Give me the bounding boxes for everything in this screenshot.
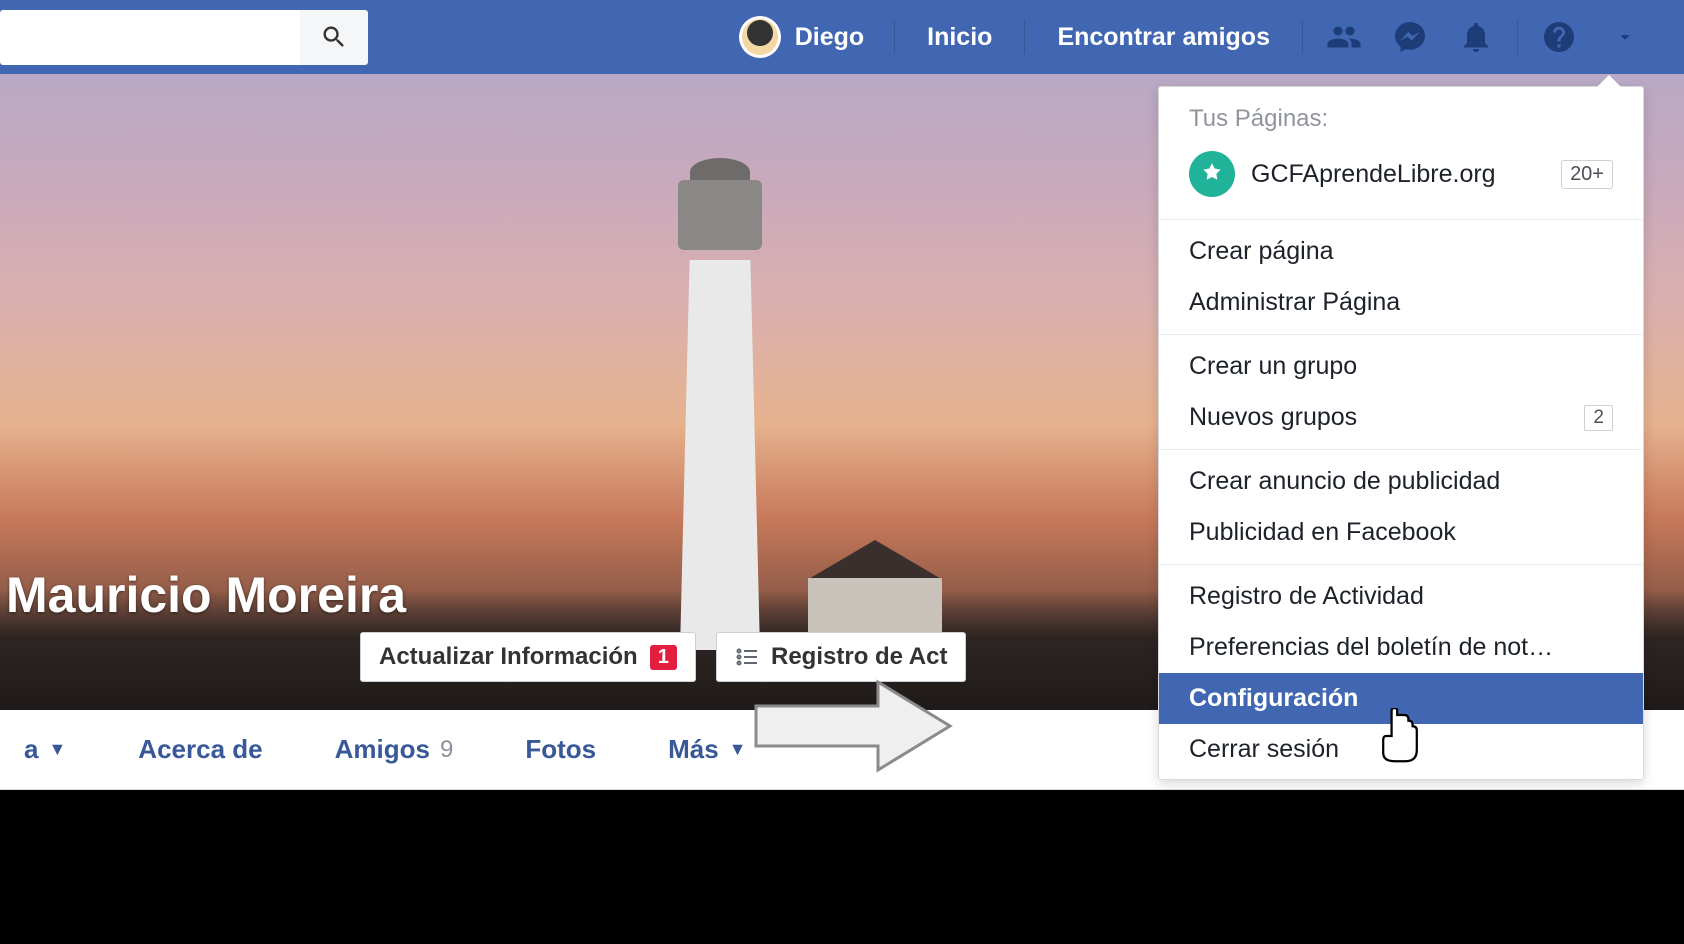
bell-icon xyxy=(1458,19,1494,55)
cursor-icon xyxy=(1376,708,1424,769)
separator xyxy=(894,20,895,54)
dropdown-manage-page[interactable]: Administrar Página xyxy=(1159,277,1643,328)
friends-icon xyxy=(1326,19,1362,55)
activity-log-button[interactable]: Registro de Act xyxy=(716,632,966,682)
tab-label: Más xyxy=(668,734,719,765)
search-wrap xyxy=(0,10,368,65)
account-menu-button[interactable] xyxy=(1596,8,1654,66)
page-avatar-icon xyxy=(1189,151,1235,197)
dropdown-advertising[interactable]: Publicidad en Facebook xyxy=(1159,507,1643,558)
separator xyxy=(1159,334,1643,335)
separator xyxy=(1024,20,1025,54)
avatar xyxy=(739,16,781,58)
profile-link[interactable]: Diego xyxy=(721,16,882,58)
nav-right: Diego Inicio Encontrar amigos xyxy=(721,8,1684,66)
dropdown-item-label: Nuevos grupos xyxy=(1189,403,1357,432)
tab-label: a xyxy=(24,734,38,765)
find-friends-link[interactable]: Encontrar amigos xyxy=(1037,23,1290,52)
chevron-down-icon: ▼ xyxy=(729,739,747,760)
friend-requests-button[interactable] xyxy=(1315,8,1373,66)
dropdown-create-group[interactable]: Crear un grupo xyxy=(1159,341,1643,392)
tab-label: Amigos xyxy=(335,734,430,765)
tab-timeline[interactable]: a ▼ xyxy=(0,734,90,765)
update-info-button[interactable]: Actualizar Información 1 xyxy=(360,632,696,682)
home-link[interactable]: Inicio xyxy=(907,23,1012,52)
search-input[interactable] xyxy=(0,10,300,65)
messages-button[interactable] xyxy=(1381,8,1439,66)
dropdown-page-name: GCFAprendeLibre.org xyxy=(1251,160,1545,189)
dropdown-pages-header: Tus Páginas: xyxy=(1159,87,1643,145)
top-nav: Diego Inicio Encontrar amigos xyxy=(0,0,1684,74)
dropdown-news-prefs[interactable]: Preferencias del boletín de not… xyxy=(1159,622,1643,673)
update-info-badge: 1 xyxy=(650,645,677,670)
separator xyxy=(1159,564,1643,565)
letterbox-bar xyxy=(0,790,1684,944)
dropdown-page-item[interactable]: GCFAprendeLibre.org 20+ xyxy=(1159,145,1643,213)
notifications-button[interactable] xyxy=(1447,8,1505,66)
cover-decor xyxy=(660,180,780,650)
tab-about[interactable]: Acerca de xyxy=(114,734,286,765)
chevron-down-icon: ▼ xyxy=(48,739,66,760)
dropdown-create-ad[interactable]: Crear anuncio de publicidad xyxy=(1159,456,1643,507)
account-dropdown: Tus Páginas: GCFAprendeLibre.org 20+ Cre… xyxy=(1158,86,1644,780)
callout-arrow-icon xyxy=(748,676,958,776)
messenger-icon xyxy=(1392,19,1428,55)
list-icon xyxy=(735,645,759,669)
friends-count: 9 xyxy=(440,736,453,764)
dropdown-new-groups[interactable]: Nuevos grupos 2 xyxy=(1159,392,1643,443)
search-icon xyxy=(320,23,348,51)
dropdown-page-badge: 20+ xyxy=(1561,160,1613,189)
update-info-label: Actualizar Información xyxy=(379,643,638,671)
profile-name: Mauricio Moreira xyxy=(6,566,406,624)
separator xyxy=(1159,219,1643,220)
dropdown-create-page[interactable]: Crear página xyxy=(1159,226,1643,277)
help-button[interactable] xyxy=(1530,8,1588,66)
chevron-down-icon xyxy=(1614,26,1636,48)
activity-log-label: Registro de Act xyxy=(771,643,947,671)
help-icon xyxy=(1541,19,1577,55)
profile-link-label: Diego xyxy=(795,23,864,52)
new-groups-badge: 2 xyxy=(1584,405,1613,431)
search-button[interactable] xyxy=(300,10,368,65)
separator xyxy=(1517,20,1518,54)
tab-photos[interactable]: Fotos xyxy=(501,734,620,765)
separator xyxy=(1302,20,1303,54)
separator xyxy=(1159,449,1643,450)
tab-friends[interactable]: Amigos 9 xyxy=(311,734,478,765)
dropdown-activity-log[interactable]: Registro de Actividad xyxy=(1159,571,1643,622)
